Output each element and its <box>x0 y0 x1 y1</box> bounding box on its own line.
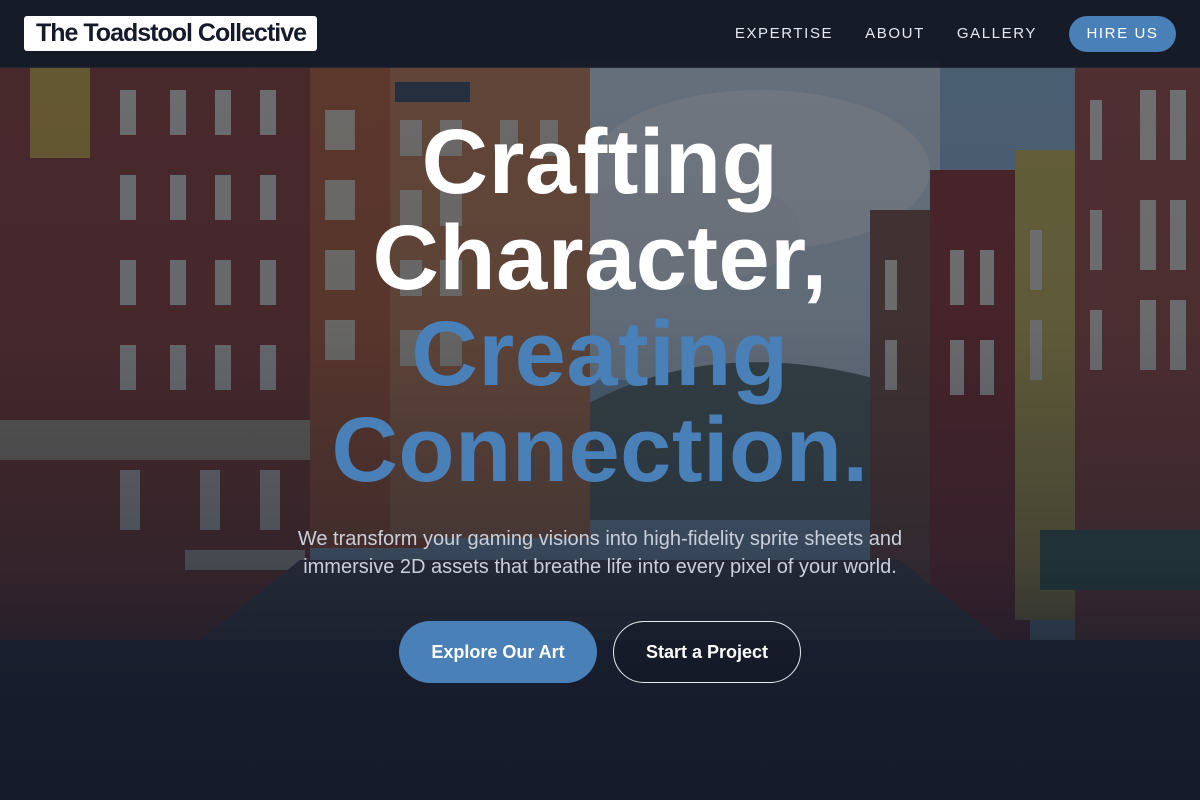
hero-section: Crafting Character, Creating Connection.… <box>0 68 1200 800</box>
brand-logo[interactable]: The Toadstool Collective <box>24 16 318 51</box>
nav-link-expertise[interactable]: EXPERTISE <box>735 25 833 42</box>
nav-link-about[interactable]: ABOUT <box>865 25 925 42</box>
hire-us-button[interactable]: HIRE US <box>1069 15 1176 52</box>
headline-line-3: Creating <box>411 303 789 405</box>
start-a-project-button[interactable]: Start a Project <box>613 621 801 683</box>
hero-headline: Crafting Character, Creating Connection. <box>0 114 1200 498</box>
nav-link-gallery[interactable]: GALLERY <box>957 25 1037 42</box>
hero-subtitle: We transform your gaming visions into hi… <box>297 528 903 578</box>
page: The Toadstool Collective EXPERTISE ABOUT… <box>0 0 1200 800</box>
top-navigation-bar: The Toadstool Collective EXPERTISE ABOUT… <box>0 0 1200 68</box>
headline-line-1: Crafting <box>421 111 779 213</box>
headline-line-4: Connection. <box>331 399 869 501</box>
hero-button-row: Explore Our Art Start a Project <box>0 621 1200 683</box>
nav-links: EXPERTISE ABOUT GALLERY HIRE US <box>735 15 1176 52</box>
headline-line-2: Character, <box>372 207 828 309</box>
explore-our-art-button[interactable]: Explore Our Art <box>399 621 597 683</box>
